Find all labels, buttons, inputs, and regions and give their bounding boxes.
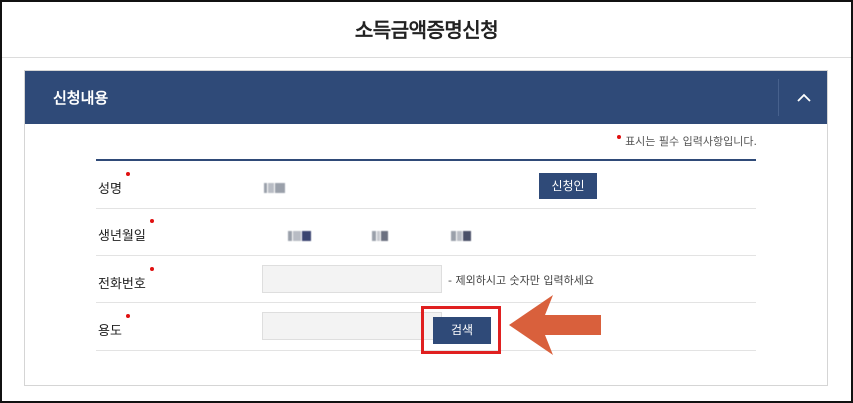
- purpose-input[interactable]: [262, 312, 442, 340]
- panel-header: 신청내용: [25, 71, 827, 124]
- applicant-button[interactable]: 신청인: [539, 173, 597, 199]
- phone-label: 전화번호: [98, 267, 154, 292]
- required-dot-icon: [149, 219, 154, 223]
- phone-label-text: 전화번호: [98, 277, 146, 292]
- form-row-birthdate: 생년월일: [96, 209, 756, 256]
- collapse-button[interactable]: [780, 71, 827, 124]
- panel-title: 신청내용: [53, 89, 109, 107]
- required-dot-icon: [149, 267, 154, 271]
- purpose-label: 용도: [98, 314, 130, 339]
- birth-day-redacted: [451, 226, 472, 241]
- page-title: 소득금액증명신청: [354, 18, 499, 42]
- form-row-name: 성명: [96, 161, 756, 209]
- birth-month-redacted: [372, 226, 389, 241]
- name-label: 성명: [98, 172, 130, 197]
- birthdate-label-text: 생년월일: [98, 229, 146, 244]
- search-button[interactable]: 검색: [433, 317, 491, 344]
- required-dot-icon: [125, 314, 130, 318]
- name-label-text: 성명: [98, 182, 122, 197]
- required-note: 표시는 필수 입력사항입니다.: [617, 133, 757, 149]
- form-row-phone: 전화번호 - 제외하시고 숫자만 입력하세요: [96, 256, 756, 303]
- required-dot-icon: [617, 135, 622, 139]
- required-dot-icon: [125, 172, 130, 176]
- birthdate-label: 생년월일: [98, 219, 154, 244]
- required-note-text: 표시는 필수 입력사항입니다.: [625, 135, 757, 148]
- application-panel: 신청내용 표시는 필수 입력사항입니다. 성명 신청인 생년월일 전화번호 - …: [24, 70, 828, 386]
- phone-hint: - 제외하시고 숫자만 입력하세요: [448, 274, 595, 287]
- purpose-label-text: 용도: [98, 324, 122, 339]
- title-divider: [2, 57, 851, 58]
- phone-input[interactable]: [262, 265, 442, 293]
- pointer-arrow-icon: [509, 295, 601, 355]
- birth-year-redacted: [288, 226, 312, 241]
- chevron-up-icon: [796, 93, 811, 102]
- name-value-redacted: [264, 178, 286, 193]
- header-divider: [778, 79, 779, 116]
